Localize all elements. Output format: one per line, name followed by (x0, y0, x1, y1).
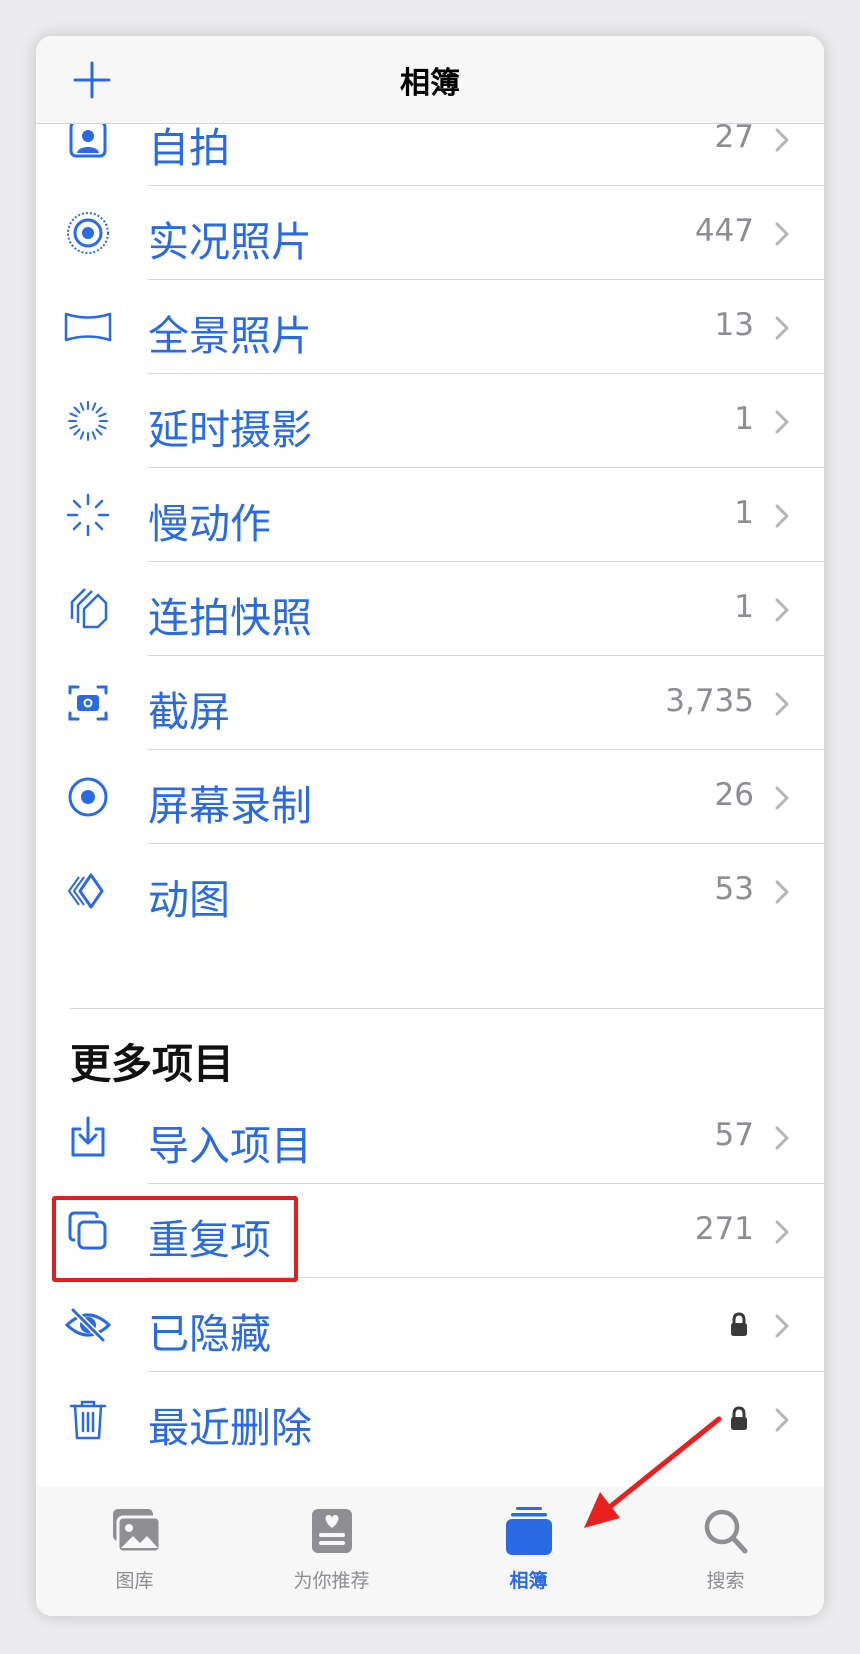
navigation-bar: 相簿 (36, 36, 824, 124)
annotation-arrow (584, 1416, 722, 1528)
album-row-label: 连拍快照 (148, 594, 312, 642)
animated-icon (68, 873, 104, 909)
album-row-label: 最近删除 (148, 1404, 312, 1452)
album-row-screen-recordings[interactable]: 屏幕录制 26 (36, 750, 824, 844)
chevron-right-icon (775, 316, 789, 340)
album-row-timelapse[interactable]: 延时摄影 1 (36, 374, 824, 468)
album-row-label: 延时摄影 (148, 406, 312, 454)
burst-icon (70, 588, 108, 629)
album-row-label: 实况照片 (148, 218, 312, 266)
album-row-animated[interactable]: 动图 53 (36, 844, 824, 938)
album-row-screenshots[interactable]: 截屏 3,735 (36, 656, 824, 750)
section-separator (70, 1008, 824, 1009)
album-row-count: 1 (734, 589, 754, 625)
page-title: 相簿 (400, 66, 460, 101)
tab-label: 为你推荐 (293, 1570, 370, 1592)
lock-icon (731, 1406, 747, 1430)
album-row-count: 57 (714, 1117, 754, 1153)
chevron-right-icon (775, 880, 789, 904)
chevron-right-icon (775, 504, 789, 528)
tab-label: 相簿 (509, 1570, 548, 1592)
chevron-right-icon (775, 1220, 789, 1244)
lock-icon (731, 1312, 747, 1336)
live-photo-icon (67, 212, 109, 254)
album-row-slo-mo[interactable]: 慢动作 1 (36, 468, 824, 562)
for-you-icon (311, 1509, 352, 1553)
chevron-right-icon (775, 128, 789, 152)
chevron-right-icon (775, 1314, 789, 1338)
album-row-label: 慢动作 (148, 500, 271, 548)
import-icon (71, 1116, 105, 1157)
chevron-right-icon (775, 1126, 789, 1150)
chevron-right-icon (775, 692, 789, 716)
tab-library[interactable]: 图库 (36, 1486, 233, 1616)
screen-recording-icon (68, 777, 108, 817)
album-row-label: 动图 (148, 876, 230, 924)
album-row-live-photos[interactable]: 实况照片 447 (36, 186, 824, 280)
albums-screen: 相簿 自拍 27 实况照片 447 全景照片 13 延时摄影 1 慢动作 1 连… (36, 36, 824, 1616)
album-row-count: 447 (694, 213, 754, 249)
album-row-count: 1 (734, 401, 754, 437)
chevron-right-icon (775, 410, 789, 434)
slow-motion-icon (66, 493, 110, 537)
tab-label: 图库 (115, 1570, 154, 1592)
annotation-highlight-box (52, 1196, 298, 1282)
album-row-label: 屏幕录制 (148, 782, 312, 830)
panorama-icon (64, 312, 112, 342)
album-row-count: 53 (714, 871, 754, 907)
chevron-right-icon (775, 786, 789, 810)
section-title: 更多项目 (70, 1040, 234, 1088)
album-row-bursts[interactable]: 连拍快照 1 (36, 562, 824, 656)
chevron-right-icon (775, 222, 789, 246)
album-row-label: 已隐藏 (148, 1310, 271, 1358)
tab-label: 搜索 (706, 1570, 745, 1592)
library-icon (112, 1509, 161, 1554)
chevron-right-icon (775, 1408, 789, 1432)
hidden-icon (64, 1307, 112, 1343)
album-row-label: 截屏 (148, 688, 230, 736)
album-row-count: 13 (714, 307, 754, 343)
album-row-label: 导入项目 (148, 1122, 312, 1170)
trash-icon (69, 1400, 107, 1440)
timelapse-icon (68, 401, 108, 441)
album-row-count: 26 (714, 777, 754, 813)
tab-for-you[interactable]: 为你推荐 (233, 1486, 430, 1616)
album-row-panoramas[interactable]: 全景照片 13 (36, 280, 824, 374)
album-row-count: 3,735 (665, 683, 754, 719)
album-row-count: 271 (694, 1211, 754, 1247)
chevron-right-icon (775, 598, 789, 622)
album-row-imports[interactable]: 导入项目 57 (36, 1090, 824, 1184)
album-row-hidden[interactable]: 已隐藏 (36, 1278, 824, 1372)
album-row-label: 全景照片 (148, 312, 312, 360)
albums-icon (505, 1507, 552, 1555)
album-row-count: 27 (714, 119, 754, 155)
album-row-count: 1 (734, 495, 754, 531)
screenshot-icon (68, 685, 108, 721)
